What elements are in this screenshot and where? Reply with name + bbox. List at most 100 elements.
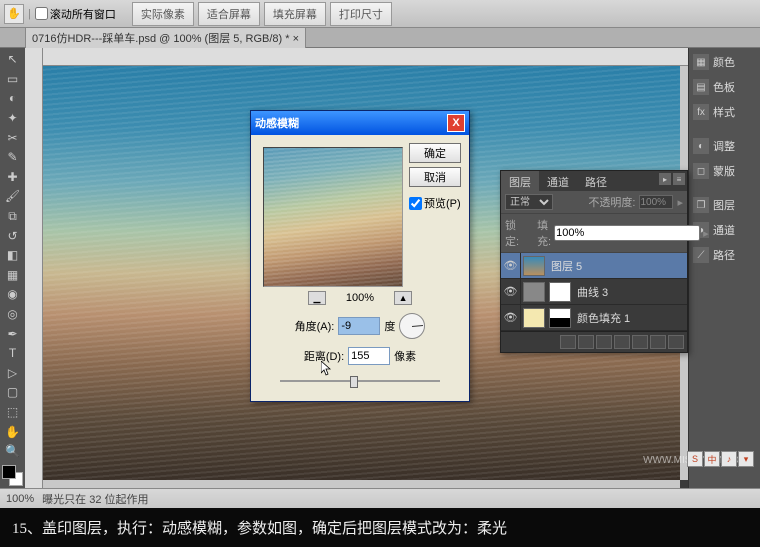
blend-mode-select[interactable]: 正常 bbox=[505, 194, 553, 210]
layer-row[interactable]: 👁 曲线 3 bbox=[501, 279, 687, 305]
status-zoom[interactable]: 100% bbox=[6, 493, 34, 505]
dock-swatches[interactable]: ▤色板 bbox=[691, 75, 758, 99]
hand-tool-icon[interactable]: ✋ bbox=[4, 4, 24, 24]
layer-list: 👁 图层 5 👁 曲线 3 👁 颜色填充 1 bbox=[501, 253, 687, 331]
dock-layers[interactable]: ❐图层 bbox=[691, 193, 758, 217]
tab-paths[interactable]: 路径 bbox=[577, 171, 615, 191]
mask-add-icon[interactable] bbox=[596, 335, 612, 349]
layer-thumbnail[interactable] bbox=[523, 308, 545, 328]
dock-channels[interactable]: ◑通道 bbox=[691, 218, 758, 242]
tab-layers[interactable]: 图层 bbox=[501, 171, 539, 191]
color-swatch[interactable] bbox=[2, 465, 23, 486]
angle-label: 角度(A): bbox=[295, 318, 335, 334]
scroll-all-checkbox[interactable]: 滚动所有窗口 bbox=[35, 6, 116, 22]
dock-styles[interactable]: fx样式 bbox=[691, 100, 758, 124]
dock-color[interactable]: ▦颜色 bbox=[691, 50, 758, 74]
panel-collapse-icon[interactable]: ▸ bbox=[659, 173, 671, 185]
distance-slider[interactable] bbox=[280, 373, 440, 389]
zoom-out-button[interactable]: ▁ bbox=[308, 291, 326, 305]
ruler-vertical bbox=[25, 48, 43, 488]
fill-screen-button[interactable]: 填充屏幕 bbox=[264, 2, 326, 26]
blur-tool-icon[interactable]: ◉ bbox=[2, 285, 23, 304]
fx-icon[interactable] bbox=[578, 335, 594, 349]
layers-footer bbox=[501, 331, 687, 352]
visibility-icon[interactable]: 👁 bbox=[501, 253, 521, 278]
cancel-button[interactable]: 取消 bbox=[409, 167, 461, 187]
dock-paths[interactable]: ⟋路径 bbox=[691, 243, 758, 267]
eyedropper-tool-icon[interactable]: ✎ bbox=[2, 148, 23, 167]
angle-dial[interactable] bbox=[399, 313, 425, 339]
layer-row[interactable]: 👁 颜色填充 1 bbox=[501, 305, 687, 331]
stamp-tool-icon[interactable]: ⧉ bbox=[2, 207, 23, 226]
crop-tool-icon[interactable]: ✂ bbox=[2, 128, 23, 147]
dock-adjust[interactable]: ◐调整 bbox=[691, 134, 758, 158]
trash-icon[interactable] bbox=[668, 335, 684, 349]
options-bar: ✋ | 滚动所有窗口 实际像素 适合屏幕 填充屏幕 打印尺寸 bbox=[0, 0, 760, 28]
adjustment-icon[interactable] bbox=[614, 335, 630, 349]
layer-mask-thumbnail[interactable] bbox=[549, 308, 571, 328]
type-tool-icon[interactable]: T bbox=[2, 344, 23, 363]
new-layer-icon[interactable] bbox=[650, 335, 666, 349]
layer-name[interactable]: 颜色填充 1 bbox=[573, 310, 687, 326]
shape-tool-icon[interactable]: ▢ bbox=[2, 383, 23, 402]
lasso-tool-icon[interactable]: ◐ bbox=[2, 89, 23, 108]
pen-tool-icon[interactable]: ✒ bbox=[2, 324, 23, 343]
layer-name[interactable]: 图层 5 bbox=[547, 258, 687, 274]
opacity-chevron-icon[interactable]: ▸ bbox=[677, 196, 683, 209]
group-icon[interactable] bbox=[632, 335, 648, 349]
layer-thumbnail[interactable] bbox=[523, 256, 545, 276]
swatches-icon: ▤ bbox=[693, 79, 709, 95]
visibility-icon[interactable]: 👁 bbox=[501, 305, 521, 330]
marquee-tool-icon[interactable]: ▭ bbox=[2, 70, 23, 89]
gradient-tool-icon[interactable]: ▦ bbox=[2, 266, 23, 285]
zoom-tool-icon[interactable]: 🔍 bbox=[2, 442, 23, 461]
blur-preview[interactable] bbox=[263, 147, 403, 287]
move-tool-icon[interactable]: ↖ bbox=[2, 50, 23, 69]
opacity-input[interactable] bbox=[639, 195, 673, 209]
3d-tool-icon[interactable]: ⬚ bbox=[2, 403, 23, 422]
layers-panel: 图层 通道 路径 ▸≡ 正常 不透明度: ▸ 锁定: 填充: ▸ 👁 bbox=[500, 170, 688, 353]
hand-nav-icon[interactable]: ✋ bbox=[2, 422, 23, 441]
actual-pixels-button[interactable]: 实际像素 bbox=[132, 2, 194, 26]
distance-input[interactable] bbox=[348, 347, 390, 365]
link-layers-icon[interactable] bbox=[560, 335, 576, 349]
distance-unit: 像素 bbox=[394, 348, 416, 364]
layer-mask-thumbnail[interactable] bbox=[549, 282, 571, 302]
heal-tool-icon[interactable]: ✚ bbox=[2, 168, 23, 187]
angle-input[interactable] bbox=[338, 317, 380, 335]
photoshop-app: ✋ | 滚动所有窗口 实际像素 适合屏幕 填充屏幕 打印尺寸 0716仿HDR-… bbox=[0, 0, 760, 508]
layer-row[interactable]: 👁 图层 5 bbox=[501, 253, 687, 279]
print-size-button[interactable]: 打印尺寸 bbox=[330, 2, 392, 26]
panel-menu-icon[interactable]: ≡ bbox=[673, 173, 685, 185]
brush-tool-icon[interactable]: 🖌 bbox=[2, 187, 23, 206]
mask-icon: ◻ bbox=[693, 163, 709, 179]
layers-dock-icon: ❐ bbox=[693, 197, 709, 213]
dodge-tool-icon[interactable]: ◎ bbox=[2, 305, 23, 324]
visibility-icon[interactable]: 👁 bbox=[501, 279, 521, 304]
angle-unit: 度 bbox=[384, 318, 395, 334]
tab-channels[interactable]: 通道 bbox=[539, 171, 577, 191]
close-icon[interactable]: X bbox=[447, 114, 465, 132]
fit-screen-button[interactable]: 适合屏幕 bbox=[198, 2, 260, 26]
history-brush-icon[interactable]: ↺ bbox=[2, 226, 23, 245]
ok-button[interactable]: 确定 bbox=[409, 143, 461, 163]
lock-label: 锁定: bbox=[505, 217, 519, 249]
ime-bar[interactable]: S中♪▾ bbox=[687, 451, 754, 467]
motion-blur-dialog: 动感模糊 X 确定 取消 预览(P) ▁ 100% ▲ 角度(A): 度 bbox=[250, 110, 470, 402]
document-tab[interactable]: 0716仿HDR---踩单车.psd @ 100% (图层 5, RGB/8) … bbox=[25, 27, 306, 49]
layer-thumbnail[interactable] bbox=[523, 282, 545, 302]
preview-checkbox[interactable]: 预览(P) bbox=[409, 195, 461, 211]
zoom-in-button[interactable]: ▲ bbox=[394, 291, 412, 305]
fill-input[interactable] bbox=[554, 225, 700, 241]
close-tab-icon[interactable]: × bbox=[293, 33, 299, 45]
dock-mask[interactable]: ◻蒙版 bbox=[691, 159, 758, 183]
distance-label: 距离(D): bbox=[304, 348, 344, 364]
wand-tool-icon[interactable]: ✦ bbox=[2, 109, 23, 128]
fill-label: 填充: bbox=[537, 217, 551, 249]
layer-name[interactable]: 曲线 3 bbox=[573, 284, 687, 300]
scrollbar-horizontal[interactable] bbox=[43, 480, 680, 488]
path-tool-icon[interactable]: ▷ bbox=[2, 364, 23, 383]
eraser-tool-icon[interactable]: ◧ bbox=[2, 246, 23, 265]
dialog-titlebar[interactable]: 动感模糊 X bbox=[251, 111, 469, 135]
toolbox: ↖ ▭ ◐ ✦ ✂ ✎ ✚ 🖌 ⧉ ↺ ◧ ▦ ◉ ◎ ✒ T ▷ ▢ ⬚ ✋ … bbox=[0, 48, 25, 488]
